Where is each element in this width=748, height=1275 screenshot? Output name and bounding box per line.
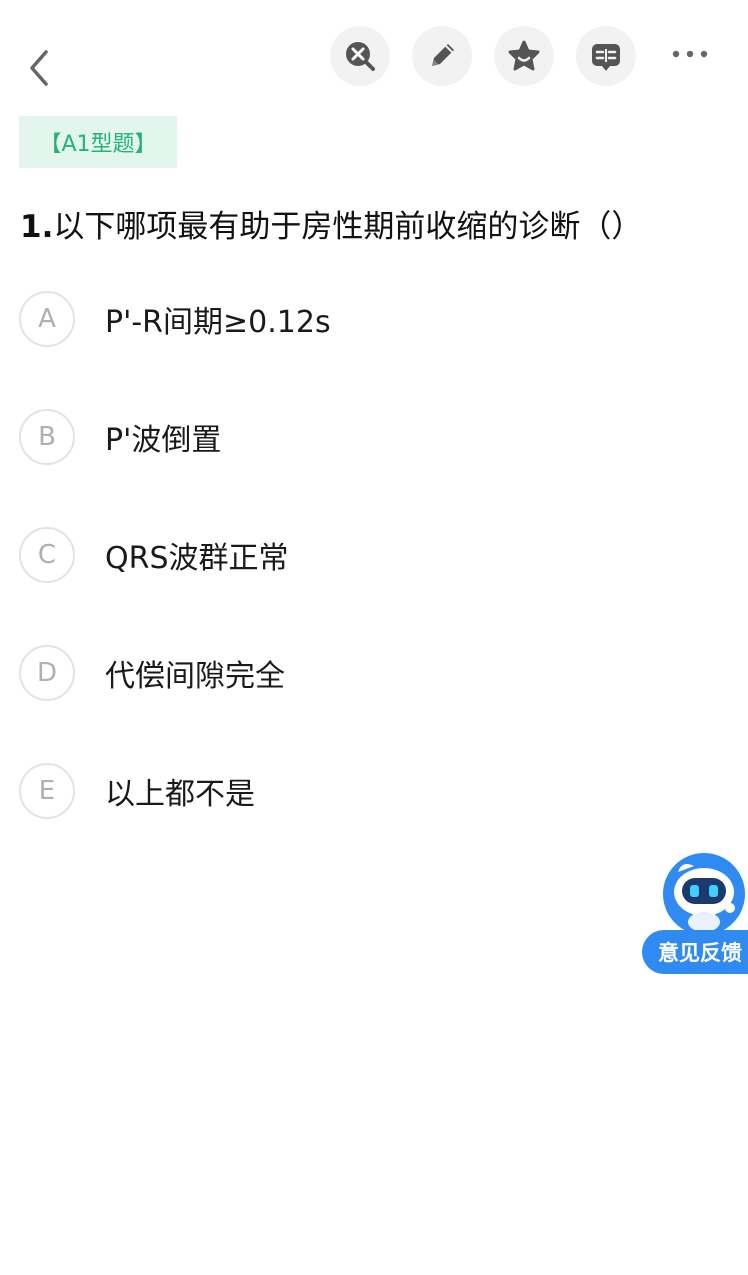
star-icon [508, 40, 540, 71]
option-letter: A [19, 291, 75, 347]
option-text: 代偿间隙完全 [105, 659, 285, 694]
notes-button[interactable] [576, 26, 636, 86]
option-letter: C [19, 527, 75, 583]
exit-search-icon [346, 42, 375, 71]
option-a[interactable]: A P'-R间期≥0.12s [19, 289, 719, 349]
option-text: 以上都不是 [105, 777, 255, 812]
option-d[interactable]: D 代偿间隙完全 [19, 643, 719, 703]
option-text: QRS波群正常 [105, 541, 289, 576]
more-button[interactable] [668, 34, 712, 74]
options-list: A P'-R间期≥0.12s B P'波倒置 C QRS波群正常 D 代偿间隙完… [19, 289, 719, 879]
pencil-icon [432, 44, 454, 66]
feedback-label: 意见反馈 [642, 930, 748, 974]
question-stem: 以下哪项最有助于房性期前收缩的诊断（） [53, 209, 643, 245]
toolbar [330, 26, 636, 86]
question-text: 1.以下哪项最有助于房性期前收缩的诊断（） [20, 205, 730, 249]
option-e[interactable]: E 以上都不是 [19, 761, 719, 821]
more-icon [672, 50, 708, 58]
back-button[interactable] [18, 46, 62, 90]
pencil-button[interactable] [412, 26, 472, 86]
option-letter: E [19, 763, 75, 819]
option-b[interactable]: B P'波倒置 [19, 407, 719, 467]
robot-mascot-icon [663, 853, 745, 935]
feedback-button[interactable]: 意见反馈 [640, 850, 748, 976]
option-text: P'-R间期≥0.12s [105, 305, 331, 340]
exit-search-button[interactable] [330, 26, 390, 86]
chevron-left-icon [30, 50, 48, 86]
option-c[interactable]: C QRS波群正常 [19, 525, 719, 585]
question-number: 1. [20, 209, 54, 245]
option-letter: B [19, 409, 75, 465]
notes-icon [592, 44, 620, 71]
option-letter: D [19, 645, 75, 701]
favorite-button[interactable] [494, 26, 554, 86]
option-text: P'波倒置 [105, 423, 222, 458]
question-type-tag: 【A1型题】 [19, 116, 177, 168]
